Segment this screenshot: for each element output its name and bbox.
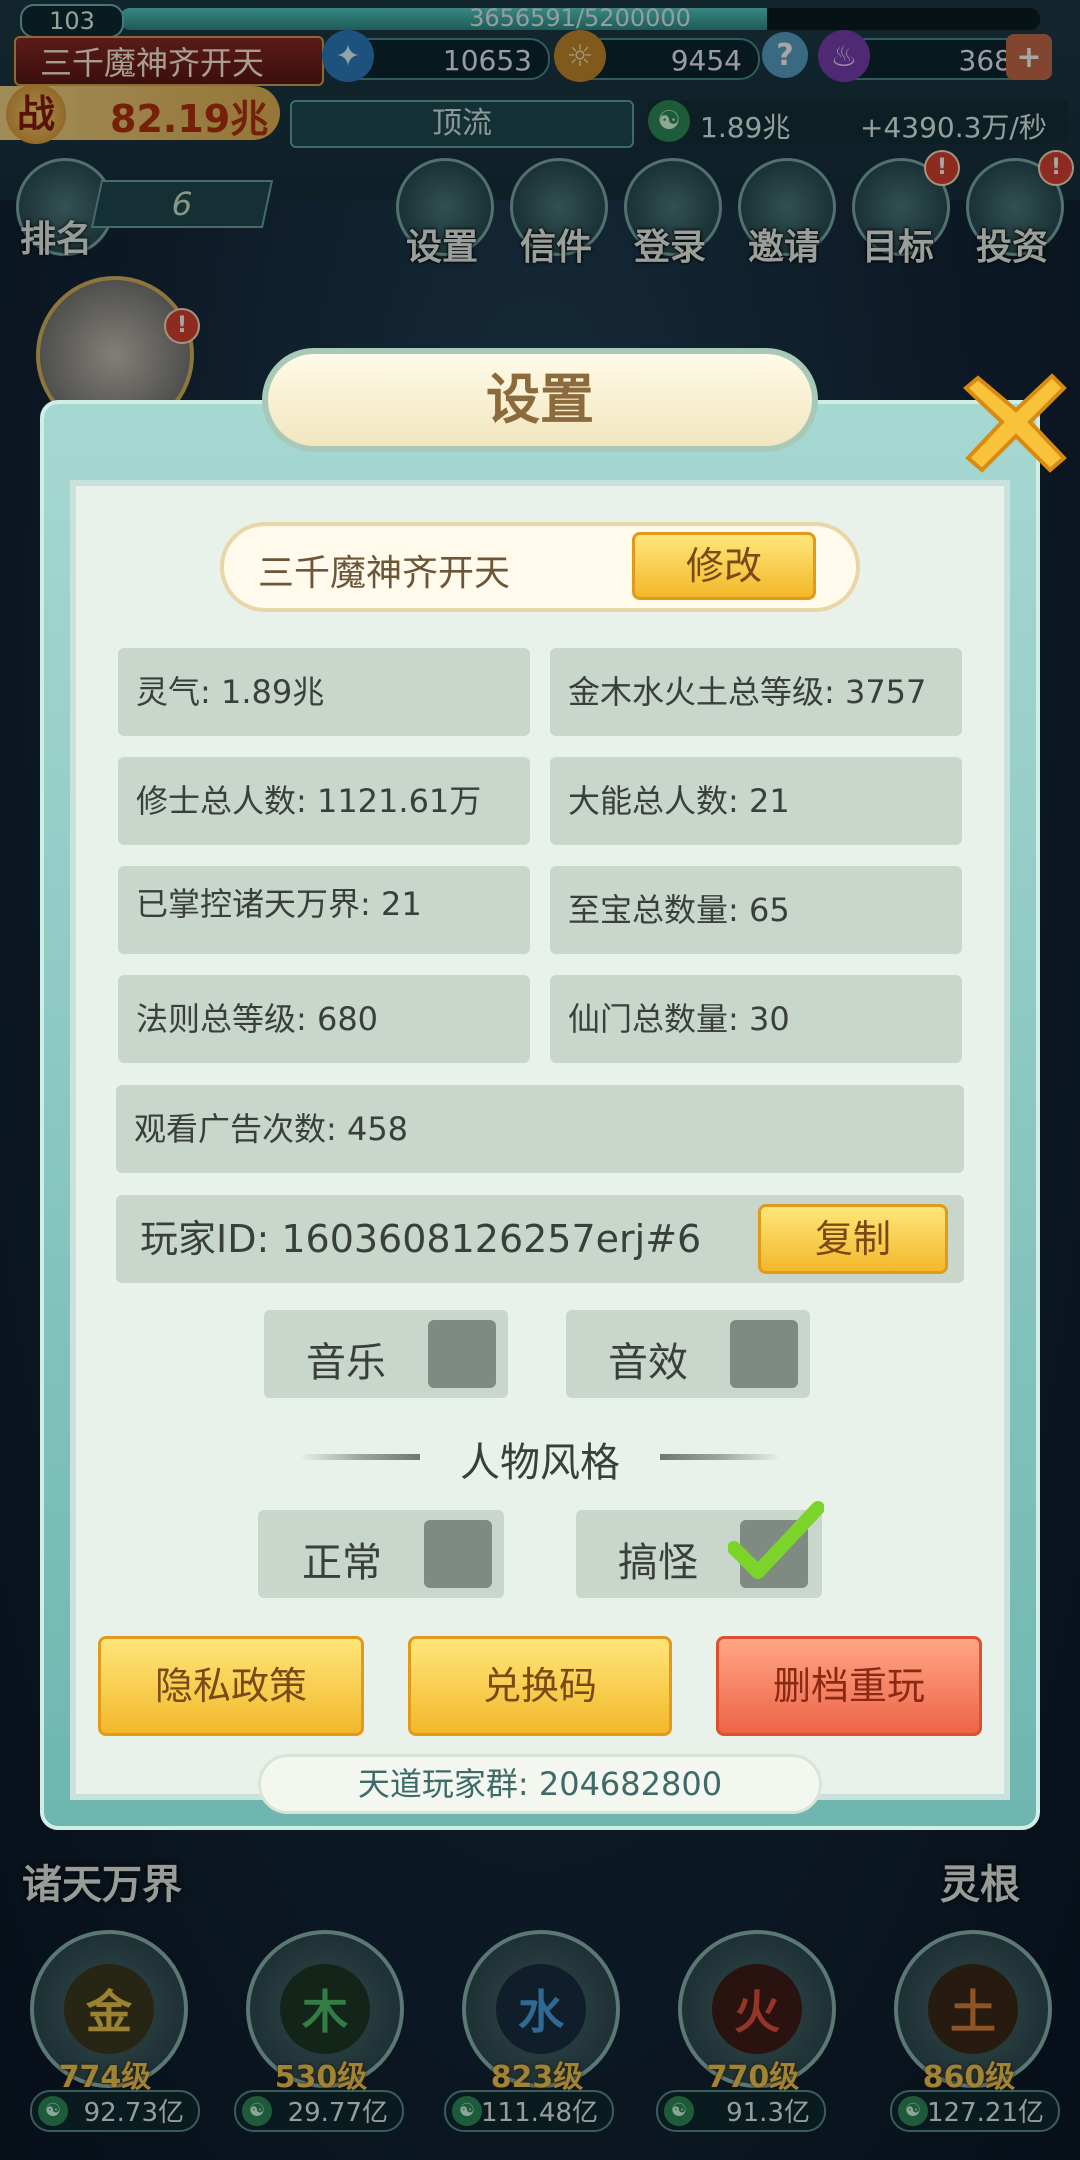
- checkmark-icon: [728, 1501, 824, 1579]
- player-group-info: 天道玩家群: 204682800: [258, 1754, 822, 1814]
- sfx-label: 音效: [608, 1340, 688, 1386]
- redeem-code-button[interactable]: 兑换码: [408, 1636, 672, 1736]
- stat-cultivator-count: 修士总人数: 1121.61万: [118, 757, 530, 845]
- style-funny-label: 搞怪: [618, 1540, 698, 1586]
- stat-master-count: 大能总人数: 21: [550, 757, 962, 845]
- stat-sect-count: 仙门总数量: 30: [550, 975, 962, 1063]
- style-normal-label: 正常: [302, 1540, 382, 1586]
- stat-law-total-level: 法则总等级: 680: [118, 975, 530, 1063]
- copy-id-button[interactable]: 复制: [758, 1204, 948, 1274]
- reset-save-button[interactable]: 删档重玩: [716, 1636, 982, 1736]
- style-section-title: 人物风格: [460, 1440, 620, 1486]
- stat-ad-count: 观看广告次数: 458: [116, 1085, 964, 1173]
- privacy-policy-button[interactable]: 隐私政策: [98, 1636, 364, 1736]
- modify-name-button[interactable]: 修改: [632, 532, 816, 600]
- dialog-title: 设置: [262, 348, 818, 452]
- music-label: 音乐: [306, 1340, 386, 1386]
- stat-treasure-count: 至宝总数量: 65: [550, 866, 962, 954]
- player-name-text: 三千魔神齐开天: [258, 553, 511, 594]
- style-normal-checkbox[interactable]: [424, 1520, 492, 1588]
- sfx-checkbox[interactable]: [730, 1320, 798, 1388]
- stat-element-total-level: 金木水火土总等级: 3757: [550, 648, 962, 736]
- stat-lingqi: 灵气: 1.89兆: [118, 648, 530, 736]
- stat-worlds-controlled: 已掌控诸天万界: 21: [118, 866, 530, 954]
- music-checkbox[interactable]: [428, 1320, 496, 1388]
- close-icon[interactable]: [960, 366, 1072, 478]
